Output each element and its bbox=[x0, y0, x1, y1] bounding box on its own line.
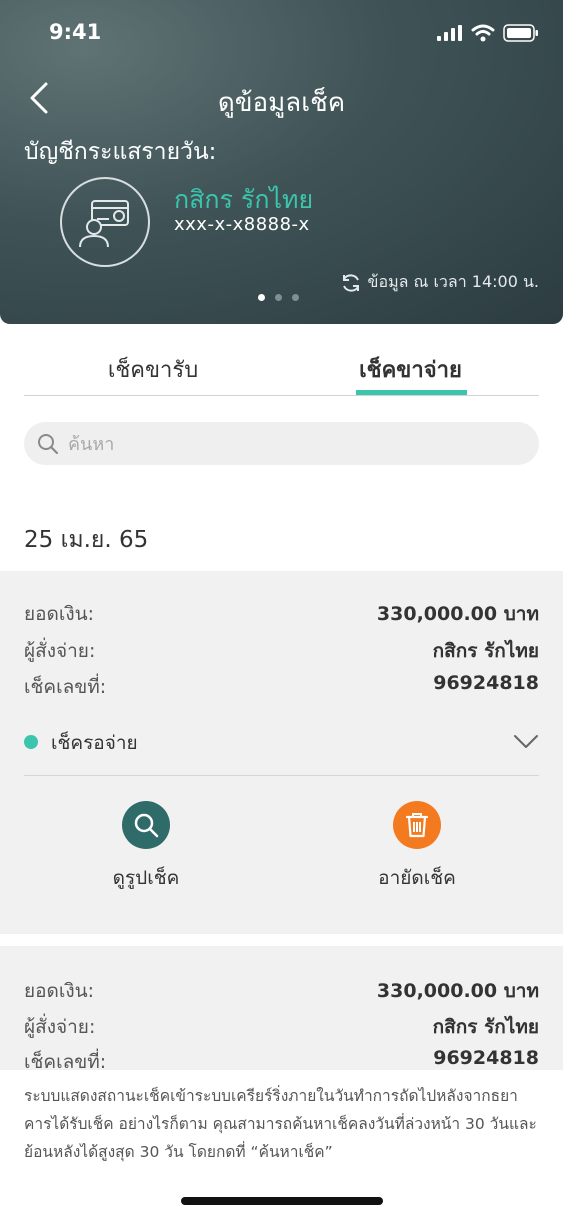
search-input[interactable]: ค้นหา bbox=[24, 422, 539, 465]
amount-label: ยอดเงิน: bbox=[24, 980, 95, 1002]
view-check-label: ดูรูปเช็ค bbox=[112, 867, 180, 889]
trash-icon bbox=[405, 813, 429, 838]
amount-row: ยอดเงิน: 330,000.00 บาท bbox=[24, 599, 539, 629]
refresh-info[interactable]: ข้อมูล ณ เวลา 14:00 น. bbox=[340, 270, 539, 295]
amount-value: 330,000.00 บาท bbox=[376, 603, 539, 625]
tab-incoming-checks[interactable]: เช็คขารับ bbox=[24, 352, 282, 387]
page-dot bbox=[258, 294, 265, 301]
account-number: xxx-x-x8888-x bbox=[174, 214, 310, 235]
amount-label: ยอดเงิน: bbox=[24, 603, 95, 625]
check-tabs: เช็คขารับ เช็คขาจ่าย bbox=[24, 340, 539, 396]
magnifier-icon bbox=[134, 813, 159, 838]
void-check-circle[interactable] bbox=[393, 801, 441, 849]
data-time: ข้อมูล ณ เวลา 14:00 น. bbox=[367, 272, 539, 291]
status-time: 9:41 bbox=[49, 20, 102, 44]
payer-label: ผู้สั่งจ่าย: bbox=[24, 1016, 96, 1038]
divider bbox=[24, 775, 539, 776]
void-check-label: อายัดเช็ค bbox=[378, 867, 456, 889]
search-placeholder: ค้นหา bbox=[68, 434, 115, 455]
payer-value: กสิกร รักไทย bbox=[432, 1016, 539, 1038]
active-tab-indicator bbox=[356, 390, 467, 395]
date-heading: 25 เม.ย. 65 bbox=[24, 527, 149, 553]
page-title: ดูข้อมูลเช็ค bbox=[217, 88, 346, 118]
void-check-button[interactable]: อายัดเช็ค bbox=[337, 801, 497, 893]
chevron-down-icon[interactable] bbox=[513, 729, 539, 753]
wifi-icon bbox=[471, 24, 495, 42]
payer-row: ผู้สั่งจ่าย: กสิกร รักไทย bbox=[24, 1012, 539, 1042]
account-header: 9:41 ดูข้อมูลเช็ค บัญชีกระแสรายวัน: กสิก… bbox=[0, 0, 563, 324]
status-dot bbox=[24, 735, 38, 749]
account-type: บัญชีกระแสรายวัน: bbox=[24, 139, 217, 165]
page-dot bbox=[292, 294, 299, 301]
payer-label: ผู้สั่งจ่าย: bbox=[24, 640, 96, 662]
amount-value: 330,000.00 บาท bbox=[376, 980, 539, 1002]
page-dot bbox=[275, 294, 282, 301]
amount-row: ยอดเงิน: 330,000.00 บาท bbox=[24, 976, 539, 1006]
check-number-label: เช็คเลขที่: bbox=[24, 1051, 107, 1070]
signal-icon bbox=[437, 25, 462, 41]
check-number-label: เช็คเลขที่: bbox=[24, 676, 107, 698]
home-indicator bbox=[181, 1197, 383, 1205]
status-icons bbox=[437, 24, 539, 42]
check-number-row: เช็คเลขที่: 96924818 bbox=[24, 672, 539, 702]
view-check-button[interactable]: ดูรูปเช็ค bbox=[66, 801, 226, 893]
check-card[interactable]: ยอดเงิน: 330,000.00 บาท ผู้สั่งจ่าย: กสิ… bbox=[0, 946, 563, 1070]
payer-row: ผู้สั่งจ่าย: กสิกร รักไทย bbox=[24, 636, 539, 666]
check-number-row: เช็คเลขที่: 96924818 bbox=[24, 1047, 539, 1070]
page-indicator bbox=[258, 294, 299, 301]
check-card[interactable]: ยอดเงิน: 330,000.00 บาท ผู้สั่งจ่าย: กสิ… bbox=[0, 571, 563, 934]
status-text: เช็ครอจ่าย bbox=[51, 732, 138, 754]
payer-value: กสิกร รักไทย bbox=[432, 640, 539, 662]
view-check-circle[interactable] bbox=[122, 801, 170, 849]
refresh-icon[interactable] bbox=[340, 272, 362, 294]
check-number-value: 96924818 bbox=[433, 672, 539, 694]
tab-outgoing-checks[interactable]: เช็คขาจ่าย bbox=[282, 352, 539, 387]
search-icon bbox=[38, 433, 59, 454]
account-avatar-icon bbox=[60, 177, 150, 267]
check-number-value: 96924818 bbox=[433, 1047, 539, 1069]
status-row[interactable]: เช็ครอจ่าย bbox=[24, 727, 539, 757]
battery-icon bbox=[503, 24, 538, 42]
